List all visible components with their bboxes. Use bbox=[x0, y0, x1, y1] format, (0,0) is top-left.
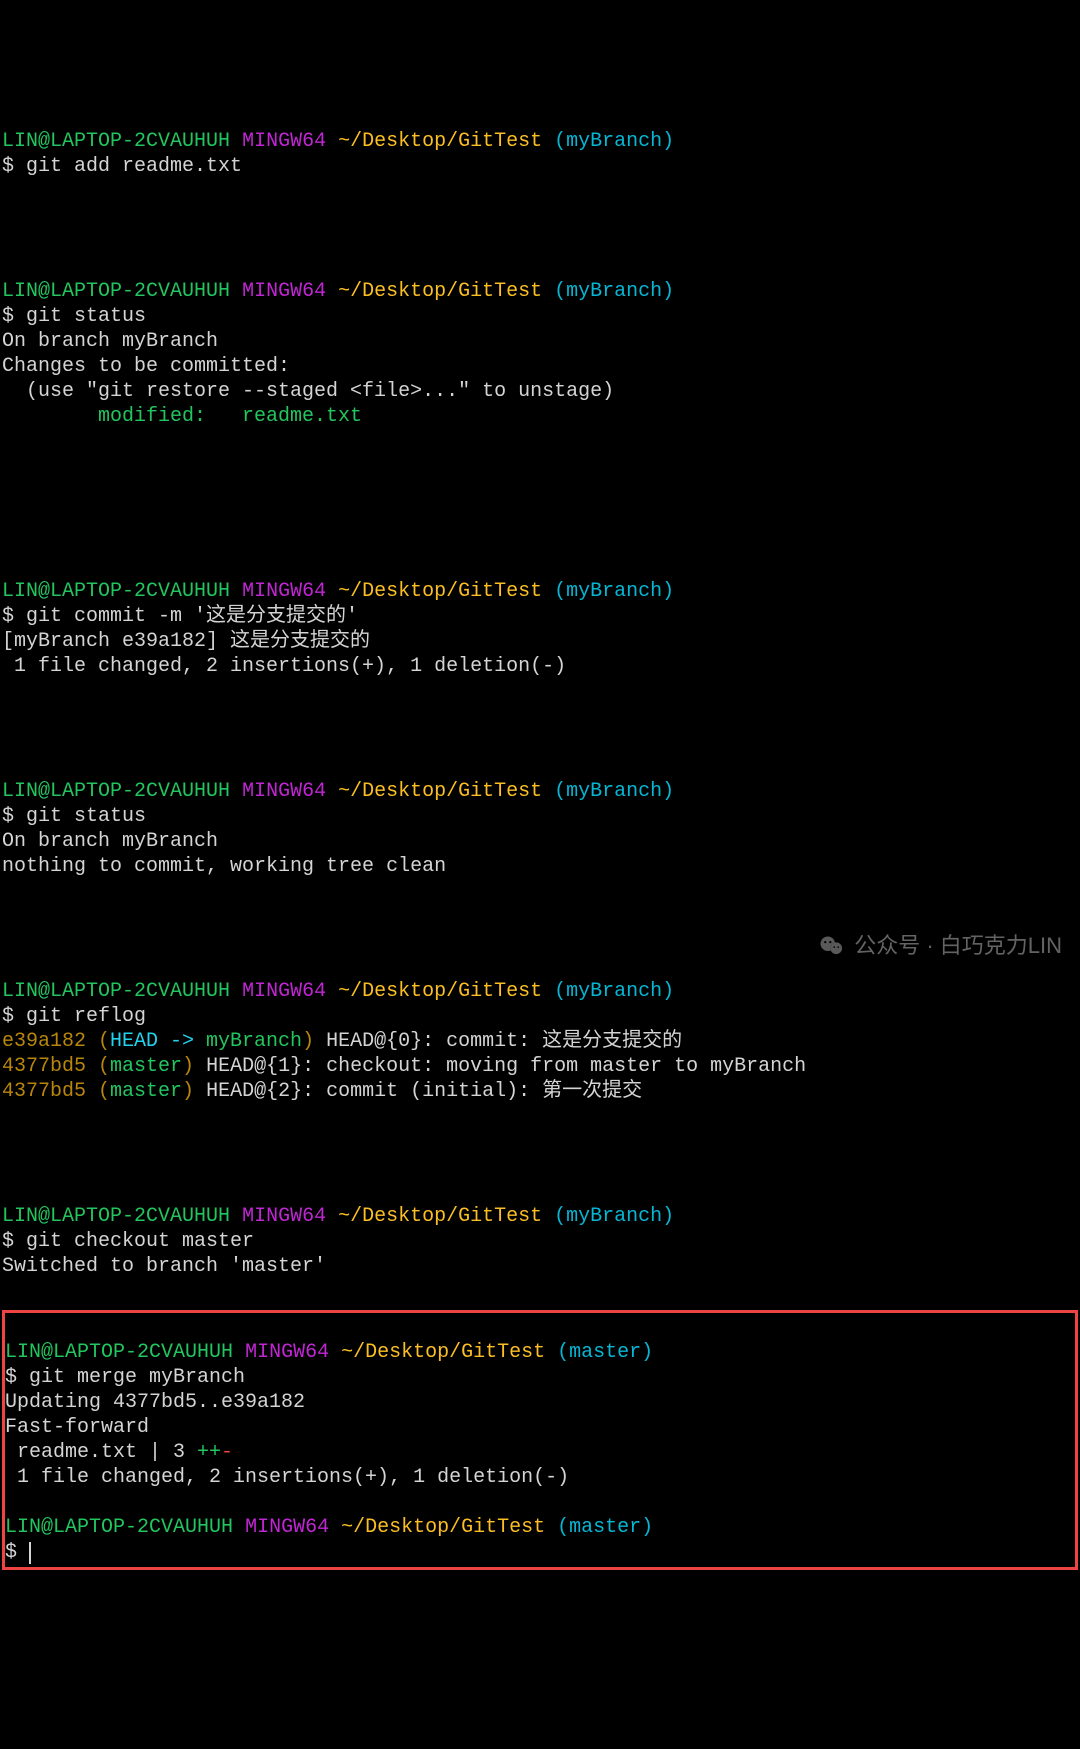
reflog-ref: myBranch bbox=[206, 1030, 302, 1053]
prompt-user: LIN@LAPTOP-2CVAUHUH bbox=[2, 780, 230, 803]
status-changes: Changes to be committed: bbox=[2, 355, 290, 378]
prompt-branch: (myBranch) bbox=[554, 980, 674, 1003]
prompt-branch: (myBranch) bbox=[554, 580, 674, 603]
merge-highlight-box: LIN@LAPTOP-2CVAUHUH MINGW64 ~/Desktop/Gi… bbox=[2, 1310, 1078, 1570]
reflog-paren: ( bbox=[86, 1055, 110, 1078]
reflog-paren: ) bbox=[302, 1030, 326, 1053]
merge-ff: Fast-forward bbox=[5, 1416, 149, 1439]
terminal-section-4: LIN@LAPTOP-2CVAUHUH MINGW64 ~/Desktop/Gi… bbox=[2, 754, 1078, 879]
reflog-hash: 4377bd5 bbox=[2, 1055, 86, 1078]
prompt-user: LIN@LAPTOP-2CVAUHUH bbox=[2, 280, 230, 303]
prompt-branch: (master) bbox=[557, 1341, 653, 1364]
prompt-path: ~/Desktop/GitTest bbox=[341, 1341, 545, 1364]
status-hint: (use "git restore --staged <file>..." to… bbox=[2, 380, 614, 403]
command-text[interactable]: git commit -m '这是分支提交的' bbox=[26, 605, 358, 628]
status-modified: modified: readme.txt bbox=[2, 405, 362, 428]
prompt-user: LIN@LAPTOP-2CVAUHUH bbox=[2, 980, 230, 1003]
dollar-sign: $ bbox=[2, 605, 26, 628]
command-text[interactable]: git status bbox=[26, 805, 146, 828]
reflog-rest: HEAD@{0}: commit: 这是分支提交的 bbox=[326, 1030, 682, 1053]
prompt-path: ~/Desktop/GitTest bbox=[338, 1205, 542, 1228]
prompt-user: LIN@LAPTOP-2CVAUHUH bbox=[2, 580, 230, 603]
reflog-hash: 4377bd5 bbox=[2, 1080, 86, 1103]
merge-stats-file: readme.txt | 3 bbox=[5, 1441, 197, 1464]
terminal-section-5: LIN@LAPTOP-2CVAUHUH MINGW64 ~/Desktop/Gi… bbox=[2, 954, 1078, 1104]
terminal-section-6: LIN@LAPTOP-2CVAUHUH MINGW64 ~/Desktop/Gi… bbox=[2, 1179, 1078, 1279]
commit-stats: 1 file changed, 2 insertions(+), 1 delet… bbox=[2, 655, 566, 678]
commit-result-msg: 这是分支提交的 bbox=[230, 630, 370, 653]
merge-stats-summary: 1 file changed, 2 insertions(+), 1 delet… bbox=[5, 1466, 569, 1489]
dollar-sign: $ bbox=[5, 1366, 29, 1389]
reflog-rest: HEAD@{1}: checkout: moving from master t… bbox=[206, 1055, 806, 1078]
commit-result-hash: [myBranch e39a182] bbox=[2, 630, 230, 653]
status-on-branch: On branch myBranch bbox=[2, 330, 218, 353]
status-clean: nothing to commit, working tree clean bbox=[2, 855, 446, 878]
command-text[interactable]: git reflog bbox=[26, 1005, 146, 1028]
merge-updating: Updating 4377bd5..e39a182 bbox=[5, 1391, 305, 1414]
prompt-env: MINGW64 bbox=[242, 130, 326, 153]
dollar-sign: $ bbox=[2, 155, 26, 178]
diff-minus: - bbox=[221, 1441, 233, 1464]
terminal-section-2: LIN@LAPTOP-2CVAUHUH MINGW64 ~/Desktop/Gi… bbox=[2, 254, 1078, 429]
terminal-section-3: LIN@LAPTOP-2CVAUHUH MINGW64 ~/Desktop/Gi… bbox=[2, 554, 1078, 679]
prompt-user: LIN@LAPTOP-2CVAUHUH bbox=[5, 1516, 233, 1539]
diff-plus: ++ bbox=[197, 1441, 221, 1464]
prompt-env: MINGW64 bbox=[242, 780, 326, 803]
command-text[interactable]: git add readme.txt bbox=[26, 155, 242, 178]
dollar-sign: $ bbox=[2, 805, 26, 828]
prompt-branch: (myBranch) bbox=[554, 130, 674, 153]
prompt-env: MINGW64 bbox=[242, 980, 326, 1003]
prompt-branch: (master) bbox=[557, 1516, 653, 1539]
prompt-path: ~/Desktop/GitTest bbox=[341, 1516, 545, 1539]
prompt-path: ~/Desktop/GitTest bbox=[338, 580, 542, 603]
dollar-sign: $ bbox=[2, 305, 26, 328]
reflog-hash: e39a182 bbox=[2, 1030, 86, 1053]
prompt-env: MINGW64 bbox=[245, 1516, 329, 1539]
wechat-icon bbox=[818, 932, 846, 960]
prompt-branch: (myBranch) bbox=[554, 280, 674, 303]
reflog-paren: ( bbox=[86, 1080, 110, 1103]
watermark: 公众号 · 白巧克力LIN bbox=[818, 932, 1062, 960]
reflog-paren: ) bbox=[182, 1055, 206, 1078]
reflog-paren: ( bbox=[86, 1030, 110, 1053]
terminal-section-1: LIN@LAPTOP-2CVAUHUH MINGW64 ~/Desktop/Gi… bbox=[2, 104, 1078, 179]
prompt-env: MINGW64 bbox=[242, 580, 326, 603]
command-text[interactable]: git merge myBranch bbox=[29, 1366, 245, 1389]
command-text[interactable]: git status bbox=[26, 305, 146, 328]
checkout-msg: Switched to branch 'master' bbox=[2, 1255, 326, 1278]
prompt-branch: (myBranch) bbox=[554, 780, 674, 803]
dollar-sign: $ bbox=[5, 1541, 29, 1564]
watermark-text: 公众号 · 白巧克力LIN bbox=[854, 932, 1062, 960]
cursor[interactable] bbox=[29, 1542, 31, 1564]
reflog-ref: master bbox=[110, 1080, 182, 1103]
reflog-paren: ) bbox=[182, 1080, 206, 1103]
prompt-user: LIN@LAPTOP-2CVAUHUH bbox=[5, 1341, 233, 1364]
reflog-rest: HEAD@{2}: commit (initial): 第一次提交 bbox=[206, 1080, 642, 1103]
prompt-env: MINGW64 bbox=[245, 1341, 329, 1364]
dollar-sign: $ bbox=[2, 1230, 26, 1253]
prompt-path: ~/Desktop/GitTest bbox=[338, 280, 542, 303]
prompt-path: ~/Desktop/GitTest bbox=[338, 130, 542, 153]
prompt-env: MINGW64 bbox=[242, 1205, 326, 1228]
prompt-user: LIN@LAPTOP-2CVAUHUH bbox=[2, 130, 230, 153]
prompt-path: ~/Desktop/GitTest bbox=[338, 780, 542, 803]
prompt-branch: (myBranch) bbox=[554, 1205, 674, 1228]
reflog-head: HEAD -> bbox=[110, 1030, 206, 1053]
dollar-sign: $ bbox=[2, 1005, 26, 1028]
command-text[interactable]: git checkout master bbox=[26, 1230, 254, 1253]
prompt-env: MINGW64 bbox=[242, 280, 326, 303]
reflog-ref: master bbox=[110, 1055, 182, 1078]
status-on-branch: On branch myBranch bbox=[2, 830, 218, 853]
prompt-path: ~/Desktop/GitTest bbox=[338, 980, 542, 1003]
prompt-user: LIN@LAPTOP-2CVAUHUH bbox=[2, 1205, 230, 1228]
